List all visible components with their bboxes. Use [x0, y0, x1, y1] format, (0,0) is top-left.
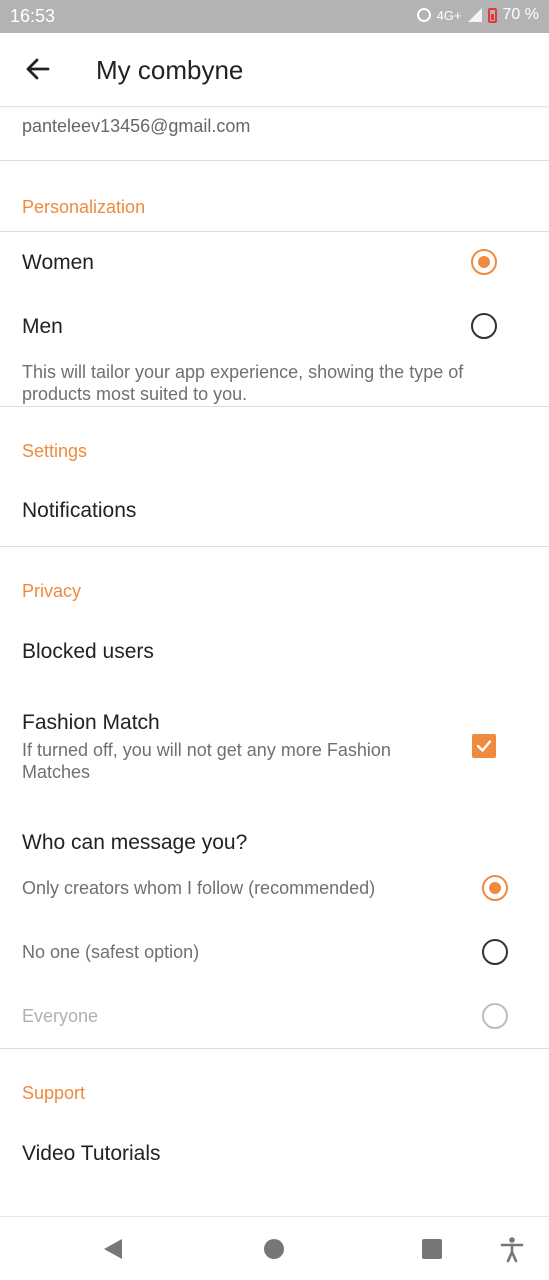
- divider: [0, 231, 549, 232]
- radio-disabled-icon[interactable]: [482, 1003, 508, 1029]
- status-icons: 4G+ 70 %: [416, 6, 539, 24]
- back-arrow-icon[interactable]: [22, 53, 54, 85]
- radio-unselected-icon[interactable]: [471, 313, 497, 339]
- app-bar: My combyne: [0, 33, 549, 107]
- divider: [0, 546, 549, 547]
- nav-home-icon[interactable]: [264, 1239, 284, 1259]
- fashion-match-label: Fashion Match: [22, 711, 160, 734]
- section-header-personalization: Personalization: [22, 197, 146, 217]
- video-tutorials-item[interactable]: Video Tutorials: [22, 1142, 161, 1166]
- divider: [0, 1048, 549, 1049]
- option-label: Women: [22, 251, 94, 274]
- fashion-match-checkbox[interactable]: [472, 734, 496, 758]
- notifications-item[interactable]: Notifications: [22, 499, 136, 523]
- message-question: Who can message you?: [22, 831, 248, 854]
- personalization-description: This will tailor your app experience, sh…: [22, 362, 464, 404]
- checkmark-icon: [476, 740, 492, 752]
- divider: [0, 160, 549, 161]
- signal-icon: [467, 8, 482, 22]
- option-label: Men: [22, 315, 63, 338]
- radio-unselected-icon[interactable]: [482, 939, 508, 965]
- option-label: Only creators whom I follow (recommended…: [22, 878, 376, 898]
- alarm-icon: [416, 8, 431, 22]
- section-header-privacy: Privacy: [22, 581, 82, 601]
- status-time: 16:53: [10, 6, 56, 26]
- nav-back-icon[interactable]: [104, 1239, 122, 1259]
- page-title: My combyne: [96, 55, 244, 85]
- section-header-settings: Settings: [22, 441, 88, 461]
- nav-recent-apps-icon[interactable]: [422, 1239, 442, 1259]
- radio-selected-icon[interactable]: [482, 875, 508, 901]
- battery-icon: [487, 7, 497, 23]
- fashion-match-description: If turned off, you will not get any more…: [22, 740, 391, 782]
- radio-selected-icon[interactable]: [471, 249, 497, 275]
- option-label: No one (safest option): [22, 942, 200, 962]
- system-nav-bar: [0, 1216, 549, 1280]
- divider: [0, 406, 549, 407]
- accessibility-icon[interactable]: [498, 1235, 526, 1263]
- blocked-users-item[interactable]: Blocked users: [22, 640, 154, 664]
- network-type: 4G+: [436, 7, 462, 23]
- status-bar: 16:53 4G+ 70 %: [0, 0, 549, 33]
- battery-level: 70 %: [502, 6, 539, 23]
- option-label: Everyone: [22, 1006, 99, 1026]
- account-email: panteleev13456@gmail.com: [22, 116, 251, 136]
- section-header-support: Support: [22, 1083, 86, 1103]
